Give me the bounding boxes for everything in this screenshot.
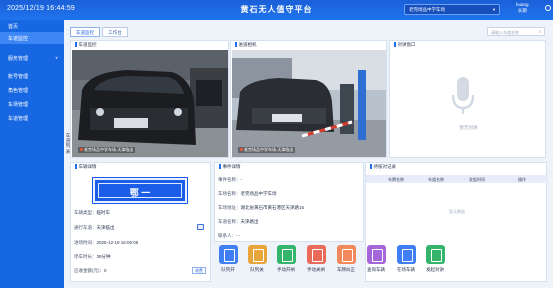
sidebar-item-home[interactable]: 首页 [0, 20, 64, 32]
tab-lane-monitor[interactable]: 车道监控 [70, 27, 100, 37]
pending-records-panel: 待核对记录 车牌名称 车道名称 发起时间 操作 暂无数据 [365, 162, 548, 282]
column-header: 车道名称 [428, 177, 444, 182]
event-field: 联系人：- - [218, 233, 241, 238]
queue-close-button[interactable]: 队列关 [246, 245, 268, 279]
microphone-icon [451, 77, 475, 117]
event-details-panel: 事件详情 [214, 162, 364, 242]
manual-open-button[interactable]: 手动开闸 [275, 245, 297, 279]
entry-camera-panel: 进道相机 老完场品中学车场-天津临出 [230, 40, 387, 158]
action-label: 查询车辆 [367, 267, 385, 272]
user-name: huang [516, 2, 529, 7]
lane-selector-value: 老完场品中学车场 [409, 7, 445, 12]
column-header: 车牌名称 [388, 177, 404, 182]
sidebar-item-label: 账号管理 [8, 74, 29, 80]
microphone-icon [425, 245, 445, 264]
start-intercom-button[interactable]: 发起对讲 [424, 245, 446, 279]
panel-title: 待核对记录 [370, 164, 397, 170]
manual-close-button[interactable]: 手动关闸 [305, 245, 327, 279]
panel-title: 对讲窗口 [394, 42, 416, 48]
user-avatar-icon [545, 5, 551, 11]
queue-open-button[interactable]: 队列开 [217, 245, 239, 279]
sidebar-item-label: 车道监控 [8, 36, 29, 42]
plate-correction-button[interactable]: 车牌纠正 [335, 245, 357, 279]
entry-camera-feed[interactable]: 老完场品中学车场-天津临出 [232, 50, 386, 157]
panel-title: 进道相机 [235, 42, 257, 48]
sidebar-item-parking[interactable]: 车场管理 [0, 98, 64, 110]
sidebar-item-accounts[interactable]: 账号管理 [0, 70, 64, 82]
action-label: 手动开闸 [277, 267, 295, 272]
search-input[interactable]: 请输入车道名称 ⌕ [487, 27, 545, 36]
sidebar: 首页 车道监控 服务管理 ∨ 账号管理 角色管理 车场管理 车道管理 [0, 20, 64, 288]
lane-camera-image [72, 50, 228, 157]
panel-title: 车道监控 [75, 42, 97, 48]
sidebar-item-lane-monitor[interactable]: 车道监控 [0, 32, 64, 44]
collect-fee-button[interactable]: 收费 [192, 267, 206, 274]
chevron-down-icon: ▼ [492, 7, 496, 12]
action-label: 队列开 [221, 267, 235, 272]
empty-state: 暂无数据 [449, 209, 465, 214]
tab-workbench[interactable]: 工作台 [102, 27, 128, 37]
lane-row: 通行车道：天津临出 [74, 225, 115, 230]
sidebar-item-roles[interactable]: 角色管理 [0, 84, 64, 96]
search-icon: ⌕ [538, 29, 541, 34]
sidebar-item-label: 车道管理 [8, 116, 29, 122]
action-label: 队列关 [250, 267, 264, 272]
sidebar-item-lanes[interactable]: 车道管理 [0, 112, 64, 124]
action-label: 在场车辆 [397, 267, 415, 272]
top-bar: 2025/12/19 16:44:59 黄石无人值守平台 老完场品中学车场 ▼ … [0, 0, 553, 20]
camera-label: 老完场品中学车场-天津临出 [238, 147, 296, 153]
photo-icon[interactable] [197, 224, 204, 230]
entry-camera-image [232, 50, 386, 157]
lane-monitor-panel: 车道监控 老完场品中学车场-天津临出 [70, 40, 229, 158]
plate-correction-icon [336, 245, 356, 264]
sidebar-item-service[interactable]: 服务管理 ∨ [0, 52, 64, 64]
duration-row: 停车时长：39分钟 [74, 254, 111, 259]
chevron-down-icon: ∨ [55, 55, 58, 60]
event-field: 事件名称：- [218, 177, 242, 182]
vehicle-type-row: 车辆类型：临时车 [74, 210, 110, 215]
lane-camera-feed[interactable]: 老完场品中学车场-天津临出 [72, 50, 228, 157]
sidebar-item-label: 车场管理 [8, 102, 29, 108]
gate-close-icon [306, 245, 326, 264]
column-header: 操作 [518, 177, 526, 182]
event-field: 车道名称：天津路出 [218, 219, 259, 224]
gate-open-icon [276, 245, 296, 264]
action-label: 车牌纠正 [337, 267, 355, 272]
entry-time-row: 进场时间：2025-12-19 16:06:05 [74, 240, 139, 245]
event-field: 车场名称：老完场品中学车场 [218, 191, 277, 196]
camera-label: 老完场品中学车场-天津临出 [78, 147, 136, 153]
event-field: 车场地址：湖北省黄石市黄石港区天津路15 [218, 205, 305, 210]
sidebar-item-label: 服务管理 [8, 56, 29, 62]
queue-open-icon [218, 245, 238, 264]
query-vehicle-button[interactable]: 查询车辆 [365, 245, 387, 279]
panel-title: 车辆详情 [75, 164, 97, 170]
license-plate-text: 鄂 一 [98, 183, 182, 198]
user-menu[interactable]: huang 长期 [516, 2, 551, 13]
action-label: 发起对讲 [426, 267, 444, 272]
search-placeholder: 请输入车道名称 [491, 30, 519, 35]
table-header: 车牌名称 车道名称 发起时间 操作 [366, 175, 548, 183]
intercom-status: 暂无对讲 [459, 125, 478, 130]
panel-title: 事件详情 [219, 164, 241, 170]
user-role: 长期 [517, 7, 527, 13]
vehicles-in-lot-button[interactable]: 在场车辆 [395, 245, 417, 279]
fee-row: 应收金额(元)：0 [74, 268, 107, 273]
license-plate: 鄂 一 [92, 177, 188, 204]
column-header: 发起时间 [469, 177, 485, 182]
car-icon [396, 245, 416, 264]
sidebar-item-label: 角色管理 [8, 88, 29, 94]
query-vehicle-icon [366, 245, 386, 264]
lane-selector[interactable]: 老完场品中学车场 ▼ [404, 4, 500, 15]
sidebar-item-label: 首页 [8, 24, 19, 30]
intercom-panel: 对讲窗口 暂无对讲 [389, 40, 546, 158]
action-label: 手动关闸 [307, 267, 325, 272]
queue-close-icon [247, 245, 267, 264]
